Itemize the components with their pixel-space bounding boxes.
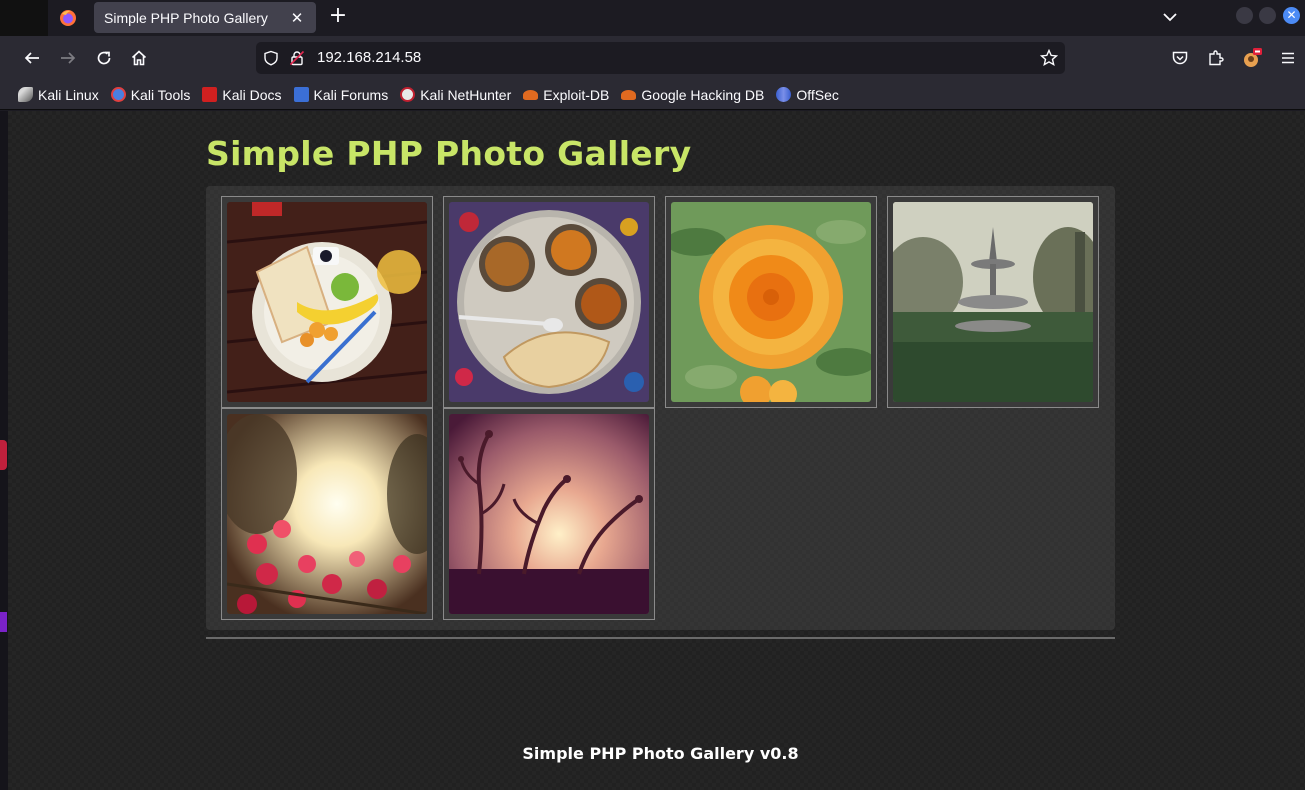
photo-orange-flower: [671, 202, 871, 402]
arrow-left-icon: [24, 52, 39, 64]
navigation-toolbar: 192.168.214.58: [0, 36, 1305, 80]
kali-tools-icon: [110, 87, 126, 102]
profile-avatar-icon: [1244, 48, 1262, 67]
url-text[interactable]: 192.168.214.58: [317, 49, 421, 66]
ghdb-icon: [621, 89, 637, 100]
puzzle-icon: [1209, 50, 1224, 66]
account-button[interactable]: [1240, 46, 1264, 70]
divider: [206, 637, 1115, 639]
nethunter-icon: [400, 87, 416, 102]
desktop-window-sliver: [0, 440, 7, 470]
gallery-thumb-breakfast[interactable]: [221, 196, 433, 408]
bookmark-offsec[interactable]: OffSec: [776, 83, 839, 107]
gallery-thumb-thali[interactable]: [443, 196, 655, 408]
bookmark-kali-docs[interactable]: Kali Docs: [202, 83, 282, 107]
list-all-tabs-button[interactable]: [1160, 7, 1180, 27]
bookmark-label: Kali Tools: [130, 86, 191, 103]
tab-title: Simple PHP Photo Gallery: [104, 9, 268, 26]
photo-thali: [449, 202, 649, 402]
tab-strip: Simple PHP Photo Gallery ✕ + ✕: [0, 0, 1305, 36]
gallery-thumb-bougainvillea[interactable]: [221, 408, 433, 620]
reload-button[interactable]: [92, 46, 116, 70]
gallery-thumb-sunset-plants[interactable]: [443, 408, 655, 620]
photo-breakfast: [227, 202, 427, 402]
bookmark-google-hacking-db[interactable]: Google Hacking DB: [621, 83, 764, 107]
offsec-icon: [776, 87, 792, 102]
exploit-db-icon: [523, 89, 539, 100]
firefox-icon: [60, 10, 76, 26]
desktop-window-sliver: [0, 612, 7, 632]
bookmark-label: Kali Forums: [313, 86, 389, 103]
back-button[interactable]: [20, 46, 44, 70]
extensions-button[interactable]: [1204, 46, 1228, 70]
bookmark-label: Google Hacking DB: [641, 86, 765, 103]
window-close-button[interactable]: ✕: [1283, 7, 1300, 24]
photo-sunset-plants: [449, 414, 649, 614]
bookmark-kali-linux[interactable]: Kali Linux: [18, 83, 99, 107]
bookmark-kali-nethunter[interactable]: Kali NetHunter: [400, 83, 511, 107]
bookmark-label: Kali NetHunter: [420, 86, 512, 103]
forward-button[interactable]: [56, 46, 80, 70]
desktop-panel-edge: [0, 0, 48, 36]
bookmark-label: Kali Docs: [222, 86, 282, 103]
gallery-thumb-fountain[interactable]: [887, 196, 1099, 408]
bookmark-exploit-db[interactable]: Exploit-DB: [523, 83, 609, 107]
reload-icon: [97, 51, 111, 65]
tab-active[interactable]: Simple PHP Photo Gallery ✕: [94, 2, 316, 33]
insecure-lock-icon[interactable]: [289, 50, 305, 66]
bookmark-label: Kali Linux: [38, 86, 99, 103]
chevron-down-icon: [1163, 13, 1177, 22]
address-bar[interactable]: 192.168.214.58: [256, 42, 1065, 74]
bookmark-label: Exploit-DB: [543, 86, 610, 103]
arrow-right-icon: [61, 52, 76, 64]
hamburger-menu-icon: [1282, 52, 1294, 64]
kali-forums-icon: [293, 87, 309, 102]
photo-bougainvillea: [227, 414, 427, 614]
bookmark-kali-forums[interactable]: Kali Forums: [293, 83, 389, 107]
bookmark-kali-tools[interactable]: Kali Tools: [110, 83, 191, 107]
pocket-icon: [1172, 51, 1188, 65]
shield-icon[interactable]: [263, 50, 279, 66]
maximize-button[interactable]: [1259, 7, 1276, 24]
photo-fountain: [893, 202, 1093, 402]
close-tab-icon[interactable]: ✕: [288, 9, 306, 27]
new-tab-icon[interactable]: +: [326, 5, 350, 29]
web-page: Simple PHP Photo Gallery Simple PHP Phot…: [8, 111, 1305, 790]
kali-docs-icon: [202, 87, 218, 102]
bookmarks-toolbar: Kali Linux Kali Tools Kali Docs Kali For…: [0, 80, 1305, 110]
bookmark-label: OffSec: [796, 86, 839, 103]
home-icon: [131, 50, 147, 66]
gallery-thumb-orange-flower[interactable]: [665, 196, 877, 408]
pocket-button[interactable]: [1168, 46, 1192, 70]
page-footer: Simple PHP Photo Gallery v0.8: [522, 744, 799, 763]
page-title: Simple PHP Photo Gallery: [206, 134, 692, 173]
bookmark-star-icon[interactable]: [1040, 49, 1058, 67]
firefox-view-button[interactable]: [55, 6, 81, 30]
home-button[interactable]: [127, 46, 151, 70]
kali-dragon-icon: [18, 87, 33, 102]
app-menu-button[interactable]: [1276, 46, 1300, 70]
minimize-button[interactable]: [1236, 7, 1253, 24]
